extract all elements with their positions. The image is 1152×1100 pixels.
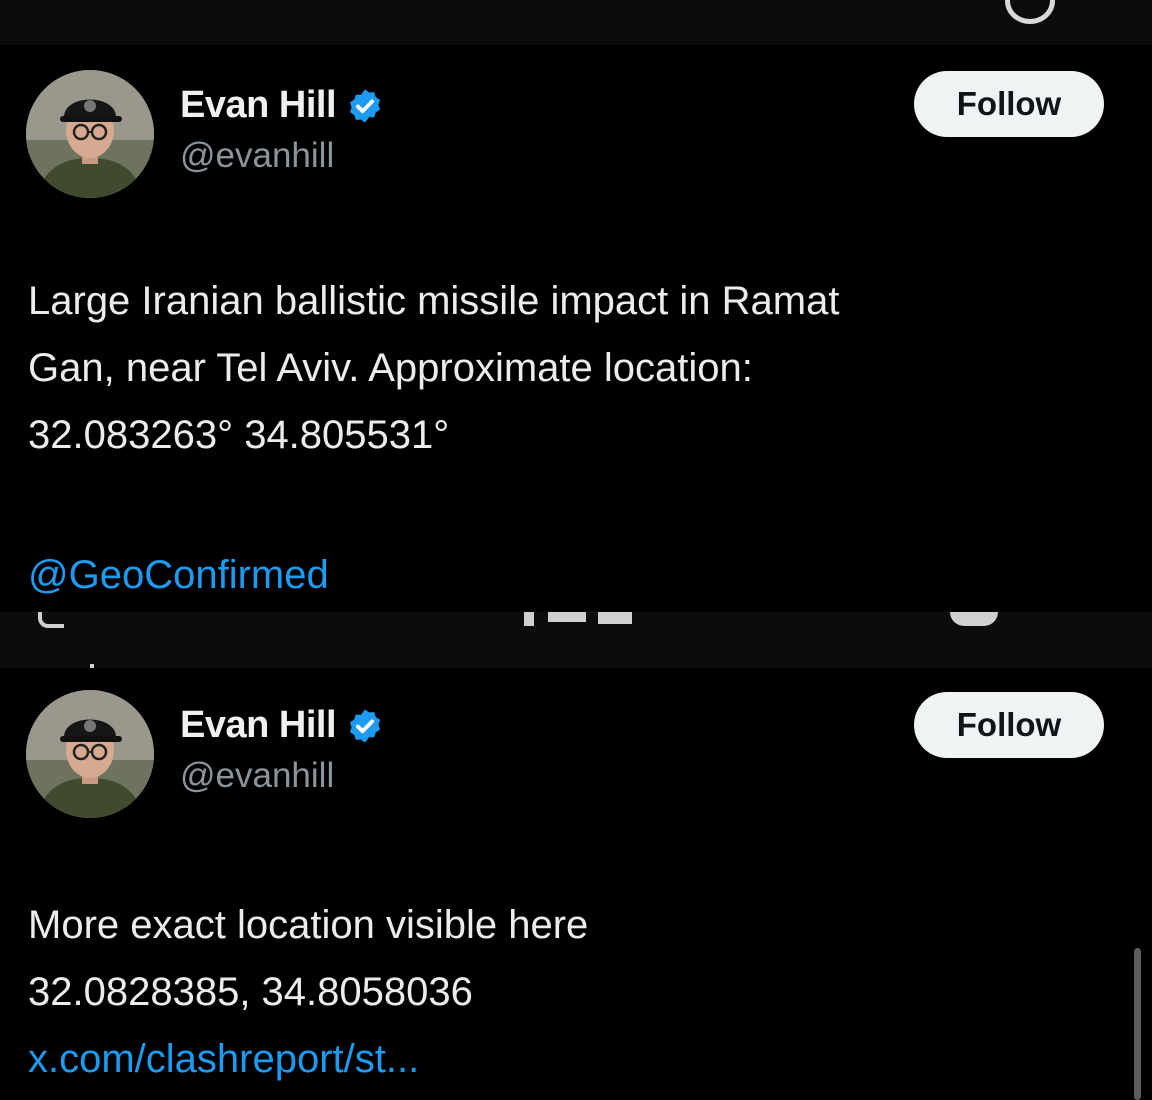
author-handle[interactable]: @evanhill: [180, 136, 334, 176]
mention-link[interactable]: @GeoConfirmed: [28, 542, 1118, 609]
avatar-photo: [26, 70, 154, 198]
tweet-text-line: More exact location visible here: [28, 903, 589, 947]
follow-button[interactable]: Follow: [914, 71, 1104, 137]
title-fragment: [598, 612, 632, 624]
tweet-text-line: Gan, near Tel Aviv. Approximate location…: [28, 346, 753, 390]
tweet-link[interactable]: x.com/clashreport/st...: [28, 1026, 1118, 1093]
author-name-row[interactable]: Evan Hill: [180, 704, 384, 747]
back-arrow-fragment: [38, 612, 64, 628]
author-handle[interactable]: @evanhill: [180, 756, 334, 796]
title-fragment: [524, 612, 534, 626]
verified-badge-icon: [349, 88, 381, 123]
scrollbar[interactable]: [1134, 948, 1141, 1100]
avatar-photo: [26, 690, 154, 818]
top-header-strip: [0, 0, 1152, 45]
thread-dot: [90, 664, 94, 668]
author-name-row[interactable]: Evan Hill: [180, 84, 384, 127]
second-header-strip: [0, 612, 1152, 668]
avatar[interactable]: [26, 70, 154, 198]
header-glyph-fragment: [950, 612, 998, 626]
tweet-text-line: Large Iranian ballistic missile impact i…: [28, 279, 840, 323]
author-name[interactable]: Evan Hill: [180, 704, 337, 747]
avatar[interactable]: [26, 690, 154, 818]
title-fragment: [548, 612, 586, 622]
header-glyph-fragment: [1005, 0, 1055, 24]
tweet-text: Large Iranian ballistic missile impact i…: [28, 268, 1118, 469]
verified-badge-icon: [349, 708, 381, 743]
tweet-text: More exact location visible here 32.0828…: [28, 892, 1118, 1093]
tweet-text-line: 32.083263° 34.805531°: [28, 413, 450, 457]
author-name[interactable]: Evan Hill: [180, 84, 337, 127]
follow-button[interactable]: Follow: [914, 692, 1104, 758]
tweet-text-line: 32.0828385, 34.8058036: [28, 970, 473, 1014]
